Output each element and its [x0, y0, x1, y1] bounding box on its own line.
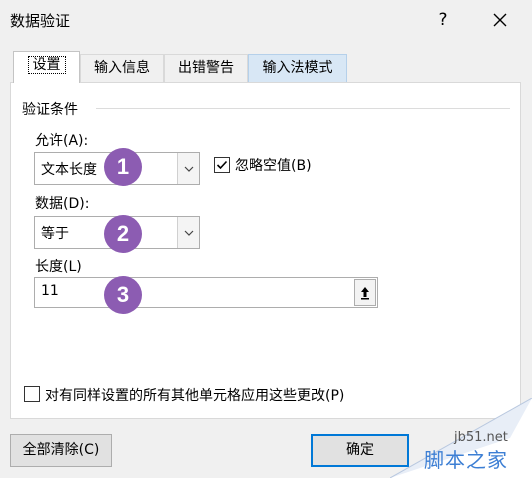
chevron-down-icon	[184, 230, 193, 236]
data-value: 等于	[41, 226, 69, 242]
watermark: jb51.net 脚本之家	[390, 398, 532, 478]
window-title: 数据验证	[10, 12, 71, 30]
tab-input-message[interactable]: 输入信息	[80, 54, 164, 83]
close-button[interactable]	[487, 8, 513, 32]
tab-ime-mode[interactable]: 输入法模式	[248, 54, 347, 83]
watermark-brand: 脚本之家	[424, 448, 508, 472]
allow-label: 允许(A):	[35, 133, 89, 149]
help-button[interactable]: ?	[432, 8, 454, 32]
apply-all-label: 对有同样设置的所有其他单元格应用这些更改(P)	[45, 388, 345, 404]
length-value: 11	[41, 283, 59, 299]
group-divider	[96, 108, 510, 109]
tab-settings[interactable]: 设置	[13, 51, 80, 83]
annotation-badge-3: 3	[104, 276, 142, 314]
apply-all-checkbox[interactable]	[24, 386, 40, 402]
chevron-down-icon	[184, 166, 193, 172]
validation-criteria-title: 验证条件	[22, 102, 78, 118]
ignore-blank-checkbox[interactable]	[214, 157, 230, 173]
checkmark-icon	[216, 160, 228, 170]
allow-value: 文本长度	[41, 162, 97, 178]
watermark-url: jb51.net	[454, 430, 508, 445]
close-icon	[493, 13, 507, 27]
data-label: 数据(D):	[35, 196, 90, 212]
ignore-blank-label: 忽略空值(B)	[235, 158, 312, 174]
data-dropdown-arrow[interactable]	[177, 217, 199, 248]
allow-dropdown-arrow[interactable]	[177, 153, 199, 184]
tab-error-alert[interactable]: 出错警告	[164, 54, 248, 83]
length-input[interactable]: 11	[34, 277, 378, 308]
annotation-badge-2: 2	[104, 215, 142, 253]
collapse-arrow-icon	[361, 286, 369, 299]
title-bar: 数据验证 ?	[0, 0, 532, 40]
range-picker-button[interactable]	[354, 279, 376, 306]
annotation-badge-1: 1	[104, 148, 142, 186]
tab-settings-label: 设置	[27, 56, 66, 74]
tab-input-message-label: 输入信息	[94, 60, 150, 76]
clear-all-button[interactable]: 全部清除(C)	[10, 434, 112, 467]
settings-panel: 验证条件 允许(A): 文本长度 忽略空值(B) 数据(D): 等于 长度(L)…	[10, 82, 521, 419]
tab-error-alert-label: 出错警告	[178, 60, 234, 76]
tab-ime-mode-label: 输入法模式	[262, 60, 333, 76]
length-label: 长度(L)	[35, 259, 82, 275]
